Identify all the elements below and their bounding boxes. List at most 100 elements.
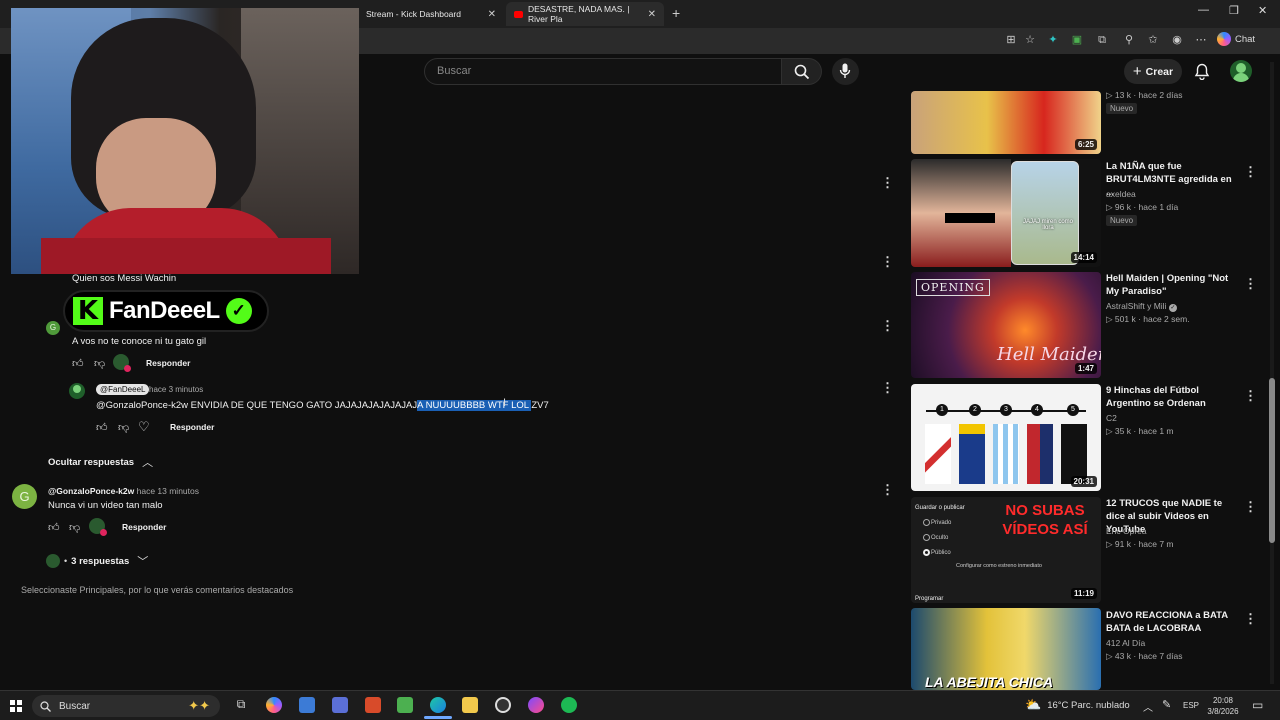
video-menu-icon[interactable]: ⋮ [1244, 499, 1257, 515]
voice-search-button[interactable] [832, 58, 859, 85]
comment-avatar[interactable]: G [46, 321, 60, 335]
reply-button[interactable]: Responder [170, 422, 214, 432]
profile-icon[interactable]: ◉ [1170, 33, 1184, 47]
dislike-icon[interactable]: 👎︎ [118, 421, 129, 434]
video-views: 35 k [1114, 426, 1131, 436]
extensions-icon[interactable]: ⧉ [1095, 33, 1109, 47]
comment-menu-icon[interactable]: ⋮ [881, 482, 894, 498]
comment-menu-icon[interactable]: ⋮ [881, 175, 894, 191]
video-thumbnail[interactable]: LA ABEJITA CHICA [911, 608, 1101, 690]
start-button[interactable] [10, 700, 22, 712]
new-tab-icon[interactable]: + [672, 5, 680, 21]
hide-replies-button[interactable]: Ocultar respuestas ︿ [48, 454, 153, 470]
scrollbar-track[interactable] [1270, 62, 1274, 684]
edge-icon[interactable] [430, 697, 446, 713]
weather-widget[interactable]: ⛅ 16°C Parc. nublado [1025, 697, 1130, 713]
dislike-icon[interactable]: 👎︎ [69, 521, 80, 534]
thumbnail-dialog-heading: Guardar o publicar [915, 505, 965, 511]
create-button[interactable]: + Crear [1124, 59, 1182, 84]
reply-author-chip[interactable]: @FanDeeeL [96, 384, 150, 395]
vscode-icon[interactable] [299, 697, 315, 713]
task-view-icon[interactable]: ⧉ [233, 697, 249, 713]
privacy-option: Público [931, 550, 951, 556]
extension-icon[interactable]: ✦ [1046, 33, 1060, 47]
window-close-icon[interactable]: ✕ [1258, 4, 1267, 17]
search-input[interactable]: Buscar [424, 58, 782, 85]
favorites-icon[interactable]: ✩ [1146, 33, 1160, 47]
video-thumbnail[interactable]: 1 2 3 4 5 20:31 [911, 384, 1101, 491]
video-channel[interactable]: AstralShift y Mili ✓ [1106, 301, 1177, 312]
dislike-icon[interactable]: 👎︎ [94, 357, 105, 370]
notifications-bell-icon[interactable] [1194, 63, 1210, 80]
hide-replies-label: Ocultar respuestas [48, 456, 135, 468]
comment-avatar[interactable]: G [12, 484, 37, 509]
thumbnail-caption: OPENING [916, 279, 990, 296]
replier-avatar [46, 554, 60, 568]
video-channel[interactable]: Eric Oprea [1106, 526, 1147, 536]
search-button[interactable] [782, 58, 822, 85]
video-channel[interactable]: 412 Al Día [1106, 638, 1145, 648]
close-tab-icon[interactable]: ✕ [648, 9, 656, 20]
app-icon[interactable] [365, 697, 381, 713]
reply-button[interactable]: Responder [146, 358, 190, 368]
video-thumbnail[interactable]: JAJAJ miren como llora 14:14 [911, 159, 1101, 267]
partly-cloudy-icon: ⛅ [1025, 697, 1042, 712]
like-icon[interactable]: 👍︎ [96, 421, 108, 434]
video-title[interactable]: Hell Maiden | Opening "Not My Paradiso" [1106, 272, 1238, 298]
restore-icon[interactable]: ❐ [1229, 4, 1239, 17]
reply-avatar[interactable] [69, 383, 85, 399]
extension-icon[interactable]: ▣ [1070, 33, 1084, 47]
creator-heart-avatar [89, 518, 107, 536]
video-channel[interactable]: C2 [1106, 413, 1117, 423]
copilot-icon[interactable] [266, 697, 282, 713]
like-icon[interactable]: 👍︎ [72, 357, 84, 370]
store-icon[interactable] [397, 697, 413, 713]
video-title[interactable]: DAVO REACCIONA a BATA BATA de LACOBRAA [1106, 609, 1238, 635]
search-icon [40, 700, 51, 712]
video-menu-icon[interactable]: ⋮ [1244, 164, 1257, 180]
video-title[interactable]: 9 Hinchas del Fútbol Argentino se Ordena… [1106, 384, 1238, 410]
tab-youtube-video[interactable]: DESASTRE, NADA MAS. | River Pla ✕ [506, 2, 664, 26]
comment-text-partial: Quien sos Messi Wachin [72, 273, 177, 284]
comment-menu-icon[interactable]: ⋮ [881, 254, 894, 270]
taskbar-search[interactable]: Buscar ✦✦ [32, 695, 220, 717]
video-duration: 14:14 [1070, 252, 1097, 263]
video-thumbnail[interactable]: Guardar o publicar Privado Oculto Públic… [911, 497, 1101, 603]
verified-icon: ✓ [1168, 304, 1177, 312]
account-avatar[interactable] [1230, 60, 1252, 82]
spotify-icon[interactable] [561, 697, 577, 713]
reply-button[interactable]: Responder [122, 522, 166, 532]
video-thumbnail[interactable]: OPENING Hell Maiden 1:47 [911, 272, 1101, 378]
video-age: hace 1 día [1138, 202, 1179, 212]
pen-icon[interactable]: ✎ [1162, 698, 1171, 711]
tab-kick-dashboard[interactable]: Stream - Kick Dashboard ✕ [358, 2, 504, 26]
close-tab-icon[interactable]: ✕ [488, 9, 496, 20]
app-icon[interactable]: ⊞ [1004, 33, 1018, 47]
copilot-chat-button[interactable]: Chat [1217, 32, 1255, 46]
more-icon[interactable]: ⋯ [1194, 33, 1208, 47]
video-thumbnail[interactable]: 6:25 [911, 91, 1101, 154]
split-screen-icon[interactable]: ⚲ [1122, 33, 1136, 47]
video-menu-icon[interactable]: ⋮ [1244, 611, 1257, 627]
notifications-icon[interactable]: ▭ [1252, 698, 1263, 712]
favorite-icon[interactable]: ☆ [1023, 33, 1037, 47]
obs-icon[interactable] [495, 697, 511, 713]
vs-icon[interactable] [332, 697, 348, 713]
file-explorer-icon[interactable] [462, 697, 478, 713]
video-menu-icon[interactable]: ⋮ [1244, 276, 1257, 292]
scrollbar-thumb[interactable] [1269, 378, 1275, 543]
language-indicator[interactable]: ESP [1183, 701, 1199, 710]
view-replies-button[interactable]: • 3 respuestas ﹀ [46, 553, 148, 569]
heart-icon[interactable]: ♡ [138, 419, 150, 435]
chevron-up-icon[interactable]: ︿ [1143, 699, 1153, 714]
like-icon[interactable]: 👍︎ [48, 521, 60, 534]
clock[interactable]: 20:08 3/8/2026 [1202, 695, 1244, 717]
video-menu-icon[interactable]: ⋮ [1244, 388, 1257, 404]
video-channel[interactable]: axeldea [1106, 189, 1136, 199]
comment-menu-icon[interactable]: ⋮ [881, 318, 894, 334]
comment-author[interactable]: @GonzaloPonce-k2w [48, 486, 134, 496]
minimize-icon[interactable]: — [1198, 4, 1209, 16]
app-icon[interactable] [528, 697, 544, 713]
comment-menu-icon[interactable]: ⋮ [881, 380, 894, 396]
privacy-option: Oculto [931, 535, 949, 541]
